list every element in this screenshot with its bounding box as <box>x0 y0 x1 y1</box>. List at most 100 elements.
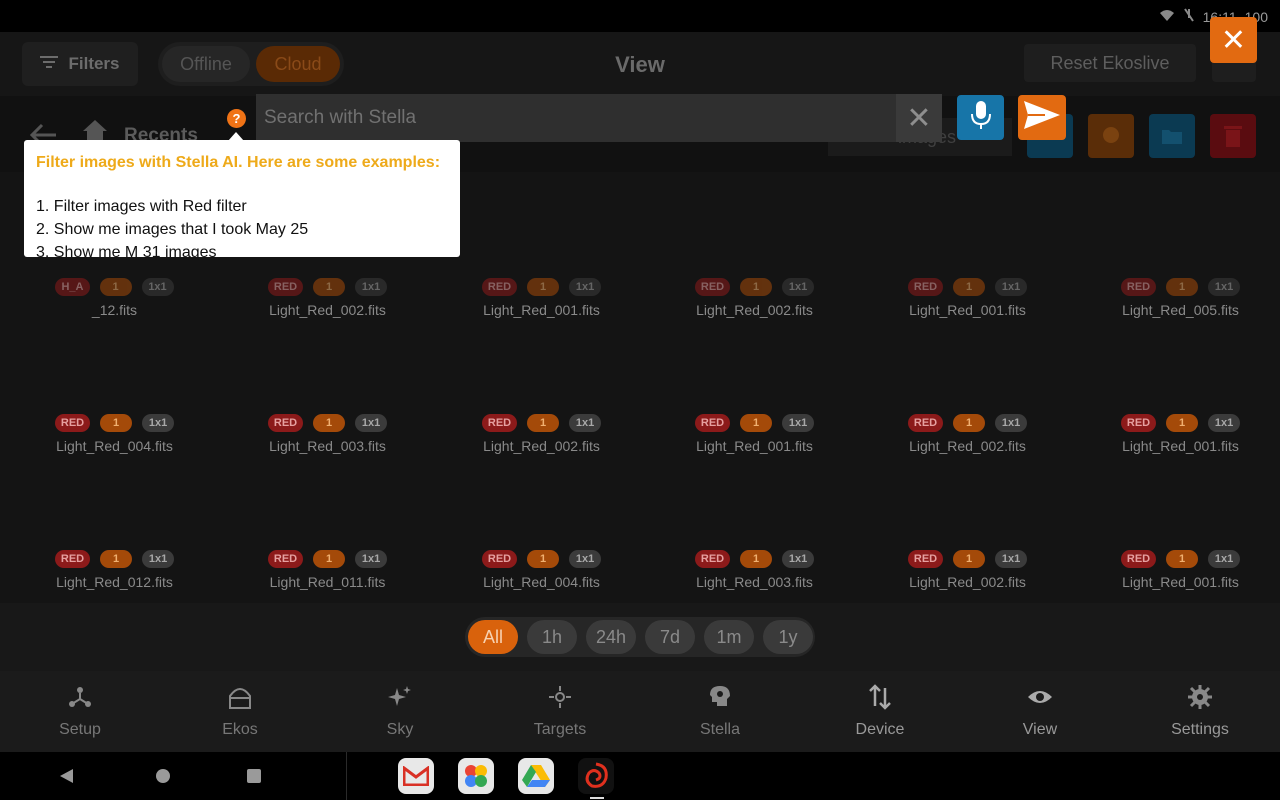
nav-item-targets[interactable]: Targets <box>480 671 640 752</box>
image-tile[interactable]: RED 1 1x1 Light_Red_012.fits <box>8 444 221 590</box>
filter-badge: RED <box>481 278 518 296</box>
image-badges: RED 1 1x1 <box>435 550 648 568</box>
image-badges: RED 1 1x1 <box>1074 414 1280 432</box>
image-tile[interactable]: RED 1 1x1 Light_Red_002.fits <box>648 172 861 318</box>
sky-icon <box>387 684 413 715</box>
image-badges: RED 1 1x1 <box>861 278 1074 296</box>
gmail-app-icon[interactable] <box>398 758 434 794</box>
count-badge: 1 <box>527 278 560 296</box>
image-badges: H_A 1 1x1 <box>8 278 221 296</box>
count-badge: 1 <box>527 414 560 432</box>
image-tile[interactable]: RED 1 1x1 Light_Red_001.fits <box>1074 444 1280 590</box>
nav-item-label: Settings <box>1171 721 1229 738</box>
stellarmate-app-icon[interactable] <box>578 758 614 794</box>
filter-badge: RED <box>267 550 304 568</box>
device-icon <box>867 684 893 715</box>
image-tile[interactable]: RED 1 1x1 Light_Red_003.fits <box>648 444 861 590</box>
image-tile[interactable]: RED 1 1x1 Light_Red_004.fits <box>8 308 221 454</box>
nav-item-settings[interactable]: Settings <box>1120 671 1280 752</box>
photos-app-icon[interactable] <box>458 758 494 794</box>
nav-item-label: Targets <box>533 721 587 738</box>
nav-item-stella[interactable]: Stella <box>640 671 800 752</box>
nav-item-setup[interactable]: Setup <box>0 671 160 752</box>
folder-button[interactable] <box>1149 114 1195 158</box>
system-navigation <box>0 752 1280 800</box>
filter-badge: RED <box>1120 550 1157 568</box>
binning-badge: 1x1 <box>782 414 815 432</box>
count-badge: 1 <box>1166 278 1199 296</box>
time-filter-5[interactable]: 1y <box>763 620 813 654</box>
system-back-button[interactable] <box>60 769 73 783</box>
stella-tool-button[interactable] <box>1088 114 1134 158</box>
bottom-navigation: Setup Ekos Sky Targets Stella Device View Setti… <box>0 671 1280 752</box>
image-badges: RED 1 1x1 <box>8 550 221 568</box>
close-button[interactable]: ✕ <box>1210 17 1257 63</box>
nav-item-sky[interactable]: Sky <box>320 671 480 752</box>
image-tile[interactable]: RED 1 1x1 Light_Red_011.fits <box>221 444 434 590</box>
count-badge: 1 <box>953 550 986 568</box>
binning-badge: 1x1 <box>355 414 388 432</box>
filter-badge: RED <box>907 550 944 568</box>
tooltip-example: 1. Filter images with Red filter <box>36 198 247 215</box>
image-tile[interactable]: RED 1 1x1 Light_Red_001.fits <box>435 172 648 318</box>
status-bar: 16:11 100 <box>0 0 1280 32</box>
nav-item-label: View <box>1022 721 1058 738</box>
filter-badge: RED <box>481 414 518 432</box>
time-filter-3[interactable]: 7d <box>645 620 695 654</box>
binning-badge: 1x1 <box>782 550 815 568</box>
nav-item-label: Stella <box>699 721 741 738</box>
filter-badge: RED <box>267 278 304 296</box>
filter-badge: RED <box>1120 278 1157 296</box>
delete-button[interactable] <box>1210 114 1256 158</box>
image-tile[interactable]: RED 1 1x1 Light_Red_001.fits <box>861 172 1074 318</box>
nav-item-device[interactable]: Device <box>800 671 960 752</box>
count-badge: 1 <box>740 278 773 296</box>
image-tile[interactable]: RED 1 1x1 Light_Red_002.fits <box>435 308 648 454</box>
image-tile[interactable]: RED 1 1x1 Light_Red_001.fits <box>1074 308 1280 454</box>
image-tile[interactable]: RED 1 1x1 Light_Red_003.fits <box>221 308 434 454</box>
time-filter-group: All 1h 24h 7d 1m 1y <box>465 617 815 657</box>
filter-badge: RED <box>907 414 944 432</box>
image-tile[interactable]: RED 1 1x1 Light_Red_002.fits <box>861 444 1074 590</box>
send-icon <box>1023 100 1061 135</box>
search-input[interactable] <box>256 94 896 142</box>
drive-app-icon[interactable] <box>518 758 554 794</box>
image-filename: Light_Red_011.fits <box>269 574 386 590</box>
nav-item-ekos[interactable]: Ekos <box>160 671 320 752</box>
system-home-button[interactable] <box>156 769 170 783</box>
image-filename: Light_Red_001.fits <box>1122 574 1239 590</box>
reset-ekoslive-button[interactable]: Reset Ekoslive <box>1024 44 1196 82</box>
tooltip-title: Filter images with Stella AI. Here are s… <box>36 154 441 171</box>
image-badges: RED 1 1x1 <box>861 414 1074 432</box>
mic-button[interactable] <box>957 95 1004 140</box>
system-recents-button[interactable] <box>247 769 261 783</box>
stella-help-tooltip: Filter images with Stella AI. Here are s… <box>24 140 460 257</box>
filter-badge: RED <box>694 414 731 432</box>
nav-item-view[interactable]: View <box>960 671 1120 752</box>
close-icon[interactable]: ✕ <box>896 94 942 142</box>
no-sim-icon <box>1183 8 1195 25</box>
image-tile[interactable]: RED 1 1x1 Light_Red_002.fits <box>861 308 1074 454</box>
filter-badge: RED <box>907 278 944 296</box>
binning-badge: 1x1 <box>995 550 1028 568</box>
stella-icon <box>707 684 733 715</box>
help-icon[interactable]: ? <box>227 109 246 128</box>
time-filter-4[interactable]: 1m <box>704 620 754 654</box>
image-filename: Light_Red_003.fits <box>696 574 813 590</box>
view-icon <box>1027 684 1053 715</box>
time-filter-2[interactable]: 24h <box>586 620 636 654</box>
time-filter-0[interactable]: All <box>468 620 518 654</box>
binning-badge: 1x1 <box>355 550 388 568</box>
image-tile[interactable]: RED 1 1x1 Light_Red_004.fits <box>435 444 648 590</box>
image-filename: Light_Red_004.fits <box>483 574 600 590</box>
image-tile[interactable]: RED 1 1x1 Light_Red_001.fits <box>648 308 861 454</box>
filter-badge: RED <box>267 414 304 432</box>
count-badge: 1 <box>313 278 346 296</box>
image-tile[interactable]: RED 1 1x1 Light_Red_005.fits <box>1074 172 1280 318</box>
send-button[interactable] <box>1018 95 1066 140</box>
image-badges: RED 1 1x1 <box>435 414 648 432</box>
image-badges: RED 1 1x1 <box>8 414 221 432</box>
time-filter-1[interactable]: 1h <box>527 620 577 654</box>
binning-badge: 1x1 <box>995 414 1028 432</box>
binning-badge: 1x1 <box>1208 550 1241 568</box>
